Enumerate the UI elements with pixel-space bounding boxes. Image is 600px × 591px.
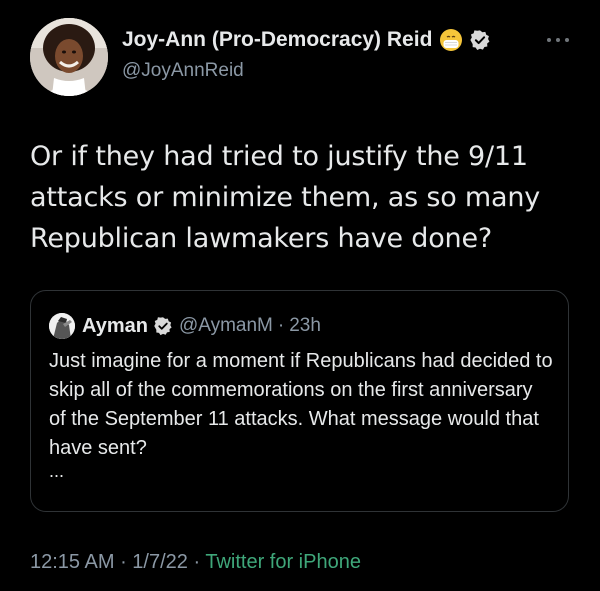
tweet-time[interactable]: 12:15 AM [30,551,115,573]
author-avatar[interactable] [30,18,108,96]
quoted-author-name[interactable]: Ayman [82,315,148,338]
quoted-timestamp[interactable]: 23h [289,315,321,337]
verified-badge-icon [469,29,491,51]
tweet-text: Or if they had tried to justify the 9/11… [30,141,541,254]
quoted-verified-badge-icon [153,316,173,336]
footer-separator: · [187,551,206,573]
tweet-source-link[interactable]: Twitter for iPhone [205,551,361,573]
quoted-tweet-header: Ayman @AymanM · 23h [49,313,321,339]
footer-separator: · [114,551,133,573]
quoted-author-handle[interactable]: @AymanM [179,315,273,337]
tweet-footer: 12:15 AM · 1/7/22 · Twitter for iPhone [30,551,361,574]
author-display-name[interactable]: Joy-Ann (Pro-Democracy) Reid [122,28,432,52]
author-avatar-image [30,18,108,96]
quoted-tweet-ellipsis: ... [49,461,65,481]
quoted-tweet[interactable]: Ayman @AymanM · 23h Just imagine for a m… [30,290,569,512]
quoted-tweet-text: Just imagine for a moment if Republicans… [49,350,553,459]
tweet-card: Joy-Ann (Pro-Democracy) Reid @JoyAnnReid [0,0,600,591]
more-options-icon[interactable] [543,30,573,50]
quoted-author-avatar [49,313,75,339]
quoted-separator: · [277,315,285,336]
author-handle[interactable]: @JoyAnnReid [122,60,244,82]
author-name-row: Joy-Ann (Pro-Democracy) Reid [122,28,491,52]
face-with-medical-mask-emoji-icon [439,28,463,52]
tweet-date[interactable]: 1/7/22 [132,551,188,573]
